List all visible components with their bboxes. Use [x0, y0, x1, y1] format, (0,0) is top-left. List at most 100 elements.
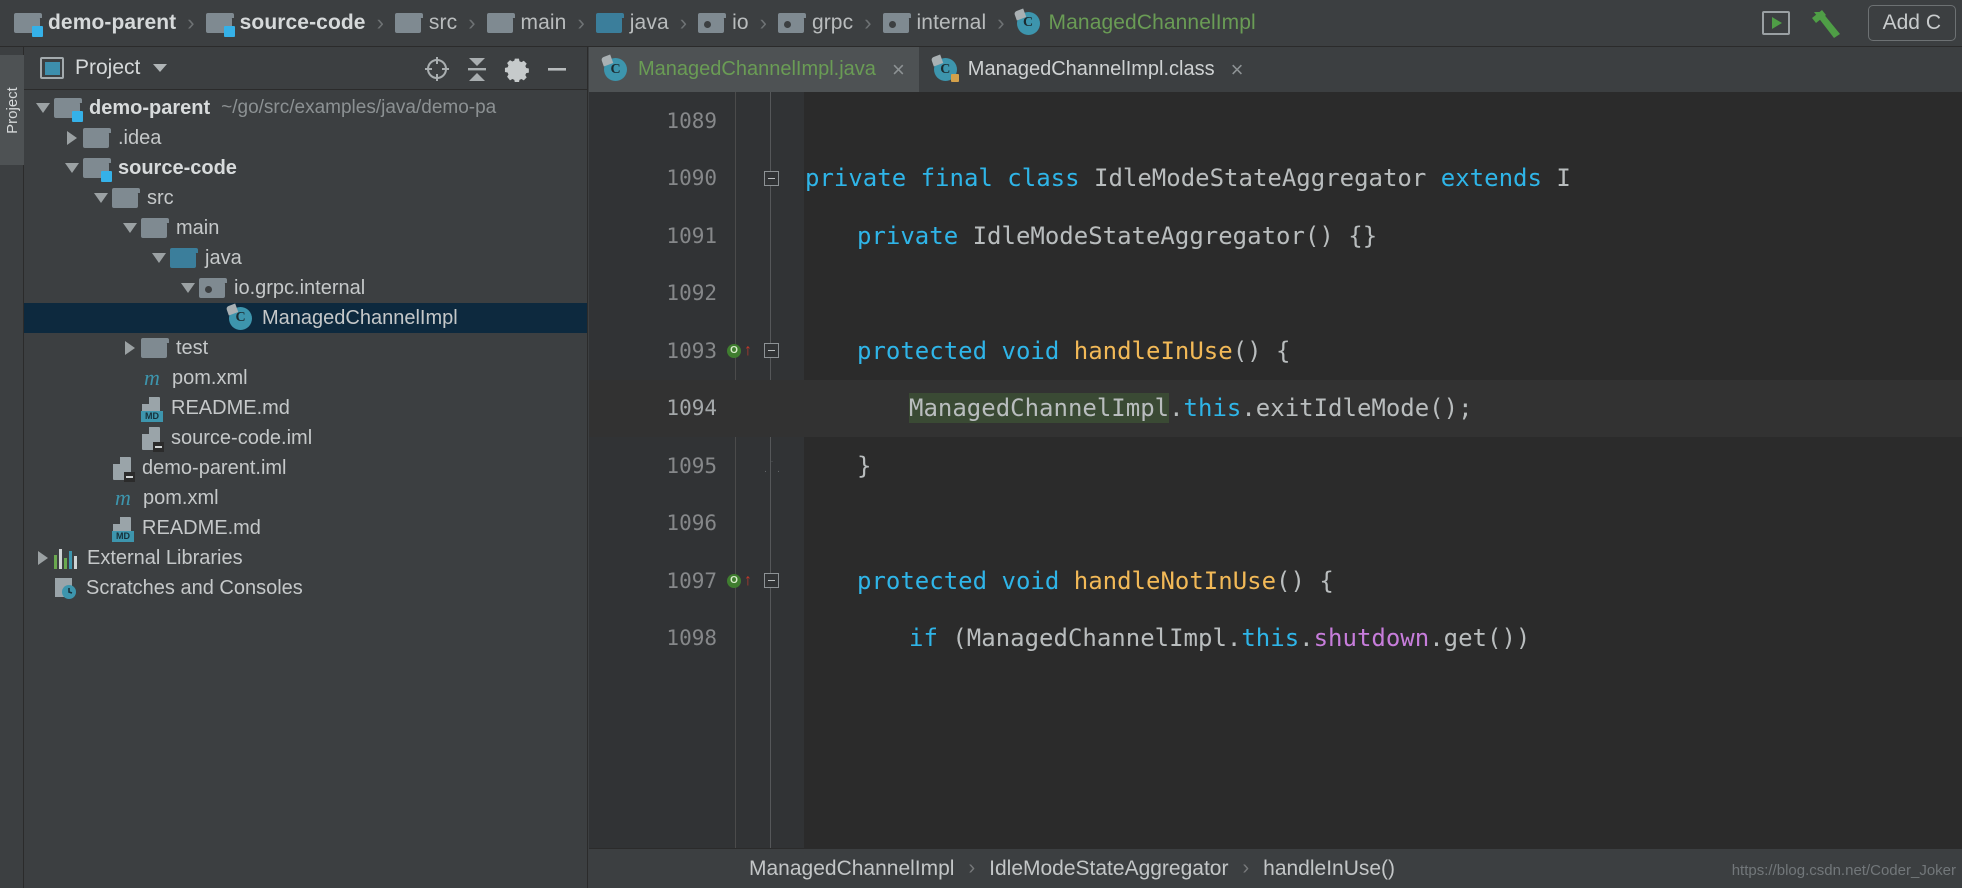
tree-item-managedchannelimpl[interactable]: C ManagedChannelImpl	[24, 303, 587, 333]
code-line: 1089	[589, 92, 1962, 150]
editor-tab-label: ManagedChannelImpl.class	[967, 58, 1215, 80]
tree-item-source-code[interactable]: source-code	[24, 153, 587, 183]
line-number: 1095	[666, 453, 717, 478]
line-number: 1092	[666, 281, 717, 306]
editor-area: C ManagedChannelImpl.java × C ManagedChannel…	[589, 47, 1962, 888]
close-icon[interactable]: ×	[892, 58, 905, 81]
code-token: this	[1183, 394, 1242, 423]
settings-gear-icon[interactable]	[497, 47, 537, 90]
line-number: 1097	[666, 568, 717, 593]
editor-tab-managedchannelimpl-class[interactable]: C ManagedChannelImpl.class ×	[918, 47, 1258, 92]
tree-item-readme-md[interactable]: MD README.md	[24, 393, 587, 423]
breadcrumb-separator: ›	[679, 10, 688, 35]
chevron-down-icon[interactable]	[61, 153, 83, 183]
tree-item-demo-parent[interactable]: demo-parent ~/go/src/examples/java/demo-p…	[24, 93, 587, 123]
code-text: if (ManagedChannelImpl.this.shutdown.get…	[909, 624, 1530, 652]
line-number: 1089	[666, 108, 717, 133]
run-icon[interactable]	[1761, 11, 1790, 35]
tree-item-source-code-iml[interactable]: source-code.iml	[24, 423, 587, 453]
tree-item-io-grpc-internal[interactable]: io.grpc.internal	[24, 273, 587, 303]
code-text: private IdleModeStateAggregator() {}	[857, 222, 1377, 250]
code-line: 1090 private final class IdleModeStateAgg…	[589, 150, 1962, 208]
tree-item-main[interactable]: main	[24, 213, 587, 243]
breadcrumb-item-main[interactable]: main	[486, 11, 567, 35]
breadcrumb-item-internal[interactable]: internal	[882, 11, 987, 35]
tree-item-external-libraries[interactable]: External Libraries	[24, 543, 587, 573]
breadcrumb-item-src[interactable]: src	[394, 11, 457, 35]
chevron-down-icon[interactable]	[177, 273, 199, 303]
chevron-right-icon[interactable]	[32, 543, 54, 573]
source-folder-icon	[170, 248, 198, 268]
tree-item-pom-xml[interactable]: m pom.xml	[24, 363, 587, 393]
editor-breadcrumb-item[interactable]: ManagedChannelImpl	[749, 857, 954, 881]
chevron-right-icon[interactable]	[119, 333, 141, 363]
editor-breadcrumb-item[interactable]: IdleModeStateAggregator	[989, 857, 1228, 881]
chevron-down-icon[interactable]	[153, 64, 168, 72]
code-text: ManagedChannelImpl.this.exitIdleMode();	[909, 393, 1473, 424]
tree-item-scratches-and-consoles[interactable]: Scratches and Consoles	[24, 573, 587, 603]
fold-end-icon[interactable]	[761, 457, 781, 475]
folder-icon	[394, 13, 423, 33]
code-line: 1096	[589, 495, 1962, 553]
tree-item--idea[interactable]: .idea	[24, 123, 587, 153]
code-line: 1094 ManagedChannelImpl.this.exitIdleMode…	[589, 379, 1962, 437]
code-token: }	[857, 451, 872, 480]
add-configuration-button[interactable]: Add C	[1867, 5, 1956, 41]
code-token: void	[1001, 336, 1074, 365]
markdown-icon: MD	[141, 396, 163, 422]
tree-item-test[interactable]: test	[24, 333, 587, 363]
code-token: .	[1169, 394, 1184, 423]
sidebar-item-project-tab[interactable]: Project	[0, 55, 24, 165]
editor-breadcrumb-item[interactable]: handleInUse()	[1263, 857, 1395, 881]
breadcrumb-item-java[interactable]: java	[595, 11, 669, 35]
code-token: handleNotInUse	[1073, 566, 1277, 595]
iml-file-icon	[112, 456, 135, 482]
code-token: IdleModeStateAggregator() {}	[972, 221, 1378, 250]
tree-item-java[interactable]: java	[24, 243, 587, 273]
breadcrumb-item-label: demo-parent	[48, 11, 177, 34]
fold-collapse-icon[interactable]	[761, 572, 781, 590]
line-number: 1090	[666, 166, 717, 191]
code-token: extends	[1440, 164, 1557, 193]
tree-item-readme-md[interactable]: MD README.md	[24, 513, 587, 543]
close-icon[interactable]: ×	[1231, 58, 1244, 81]
code-editor[interactable]: 1089 1090 private final class IdleModeStat…	[589, 92, 1962, 848]
chevron-right-icon[interactable]	[61, 123, 83, 153]
code-token: .get())	[1429, 624, 1531, 653]
tree-item-src[interactable]: src	[24, 183, 587, 213]
code-token: .	[1226, 624, 1242, 653]
breadcrumb-item-managedchannelimpl[interactable]: C ManagedChannelImpl	[1013, 8, 1256, 36]
hammer-build-icon[interactable]	[1810, 8, 1846, 38]
code-lines: 1089 1090 private final class IdleModeStat…	[589, 92, 1962, 848]
chevron-down-icon[interactable]	[90, 183, 112, 213]
tree-item-demo-parent-iml[interactable]: demo-parent.iml	[24, 453, 587, 483]
breadcrumb-item-io[interactable]: io	[698, 11, 749, 35]
chevron-down-icon[interactable]	[119, 213, 141, 243]
tree-item-label: demo-parent.iml	[142, 456, 287, 479]
breadcrumb-item-demo-parent[interactable]: demo-parent	[14, 11, 177, 37]
breadcrumb-item-label: io	[732, 11, 749, 34]
code-text: private final class IdleModeStateAggrega…	[805, 164, 1571, 192]
watermark: https://blog.csdn.net/Coder_Joker	[1731, 862, 1956, 879]
tree-item-label: README.md	[171, 396, 290, 419]
code-token: .	[1299, 624, 1314, 653]
package-icon	[199, 278, 227, 298]
tree-item-label: README.md	[142, 516, 261, 539]
fold-collapse-icon[interactable]	[761, 342, 781, 360]
locate-file-icon[interactable]	[417, 47, 457, 90]
collapse-all-icon[interactable]	[457, 47, 497, 90]
hide-panel-icon[interactable]	[537, 47, 577, 90]
add-configuration-label: Add C	[1882, 11, 1941, 34]
fold-collapse-icon[interactable]	[761, 169, 781, 187]
code-token: ;	[1458, 394, 1473, 423]
chevron-down-icon[interactable]	[32, 93, 54, 123]
tree-item-pom-xml[interactable]: m pom.xml	[24, 483, 587, 513]
tree-item-label: java	[205, 246, 242, 269]
breadcrumb-item-source-code[interactable]: source-code	[205, 11, 366, 37]
breadcrumb-item-grpc[interactable]: grpc	[777, 11, 853, 35]
code-token: final	[920, 164, 1008, 193]
top-actions: Add C	[1761, 5, 1962, 41]
editor-tab-managedchannelimpl-java[interactable]: C ManagedChannelImpl.java ×	[589, 47, 919, 92]
chevron-down-icon[interactable]	[148, 243, 170, 273]
